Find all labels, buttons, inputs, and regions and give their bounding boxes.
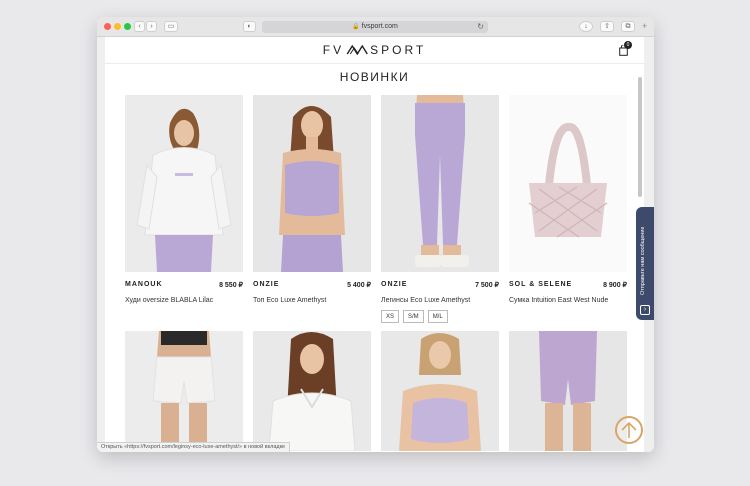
chat-icon: › — [640, 305, 650, 315]
product-price: 8 550 ₽ — [219, 282, 243, 289]
tabs-overview-icon[interactable]: ⧉ — [621, 21, 635, 32]
product-image[interactable] — [125, 331, 243, 451]
back-icon[interactable]: ‹ — [134, 21, 145, 32]
web-viewport: FV SPORT 0 НОВИНКИ MANOUK 8 550 ₽ Худи o… — [97, 37, 654, 452]
size-option-xs[interactable]: XS — [381, 310, 400, 323]
product-card[interactable]: SOL & SELENE 8 900 ₽ Сумка Intuition Eas… — [509, 95, 627, 304]
polo-model-image — [253, 331, 371, 451]
bra-model-image — [381, 331, 499, 451]
leggings-model-image — [381, 95, 499, 272]
product-image[interactable] — [125, 95, 243, 272]
product-card[interactable] — [509, 331, 627, 451]
tote-bag-image — [509, 95, 627, 272]
browser-toolbar: ‹ › ▭ ◐ 🔒 fvsport.com ↻ ↓ ⇧ ⧉ + — [97, 17, 654, 37]
product-card[interactable]: MANOUK 8 550 ₽ Худи oversize BLABLA Lila… — [125, 95, 243, 304]
section-title: НОВИНКИ — [339, 70, 410, 84]
shield-icon[interactable]: ◐ — [243, 21, 256, 32]
bike-shorts-model-image — [509, 331, 627, 451]
cart-count-badge: 0 — [624, 41, 632, 49]
logo-mark-icon — [346, 45, 368, 55]
product-name[interactable]: Сумка Intuition East West Nude — [509, 297, 627, 304]
product-image[interactable] — [509, 331, 627, 451]
product-name[interactable]: Худи oversize BLABLA Lilac — [125, 297, 243, 304]
product-card[interactable]: ONZIE 5 400 ₽ Топ Eco Luxe Amethyst — [253, 95, 371, 304]
size-option-sm[interactable]: S/M — [403, 310, 424, 323]
product-name[interactable]: Легинсы Eco Luxe Amethyst — [381, 297, 499, 304]
close-window-button[interactable] — [104, 23, 111, 30]
product-image[interactable] — [381, 95, 499, 272]
address-bar[interactable]: 🔒 fvsport.com ↻ — [262, 21, 488, 33]
product-card[interactable] — [125, 331, 243, 451]
size-option-ml[interactable]: M/L — [427, 310, 448, 323]
logo-right-text: SPORT — [370, 43, 427, 57]
zoom-window-button[interactable] — [124, 23, 131, 30]
chat-tab-label: Отправьте нам сообщение — [640, 226, 646, 295]
site-logo[interactable]: FV SPORT — [323, 43, 426, 57]
scroll-to-top-button[interactable] — [615, 416, 643, 444]
product-image[interactable] — [381, 331, 499, 451]
web-page: FV SPORT 0 НОВИНКИ MANOUK 8 550 ₽ Худи o… — [105, 37, 644, 452]
shorts-model-image — [125, 331, 243, 451]
product-image[interactable] — [509, 95, 627, 272]
reload-icon[interactable]: ↻ — [477, 21, 484, 33]
logo-left-text: FV — [322, 43, 345, 57]
product-price: 7 500 ₽ — [475, 282, 499, 289]
product-card[interactable] — [253, 331, 371, 451]
product-card[interactable]: ONZIE 7 500 ₽ Легинсы Eco Luxe Amethyst … — [381, 95, 499, 323]
product-price: 8 900 ₽ — [603, 282, 627, 289]
product-name[interactable]: Топ Eco Luxe Amethyst — [253, 297, 371, 304]
product-card[interactable] — [381, 331, 499, 451]
size-options: XS S/M M/L — [381, 310, 499, 323]
minimize-window-button[interactable] — [114, 23, 121, 30]
url-text: fvsport.com — [361, 23, 398, 30]
product-image[interactable] — [253, 331, 371, 451]
product-brand: MANOUK — [125, 281, 163, 288]
share-icon[interactable]: ⇧ — [600, 21, 614, 32]
product-image[interactable] — [253, 95, 371, 272]
site-header: FV SPORT 0 — [105, 37, 644, 64]
product-brand: SOL & SELENE — [509, 281, 573, 288]
page-scrollbar[interactable] — [638, 77, 642, 197]
product-brand: ONZIE — [253, 281, 280, 288]
arrow-up-icon — [621, 421, 637, 438]
hoodie-model-image — [125, 95, 243, 272]
link-status-bar: Открыть «https://fvsport.com/leginsy-eco… — [97, 442, 291, 452]
top-model-image — [253, 95, 371, 272]
forward-icon[interactable]: › — [146, 21, 157, 32]
new-tab-icon[interactable]: + — [642, 21, 647, 31]
lock-icon: 🔒 — [352, 24, 360, 30]
downloads-icon[interactable]: ↓ — [579, 21, 593, 32]
sidebar-icon[interactable]: ▭ — [164, 21, 178, 32]
browser-window: ‹ › ▭ ◐ 🔒fvsport.com ↻ ↓ ⇧ ⧉ + FV SPORT — [97, 17, 654, 452]
product-price: 5 400 ₽ — [347, 282, 371, 289]
chat-tab[interactable]: Отправьте нам сообщение › — [636, 207, 654, 320]
product-brand: ONZIE — [381, 281, 408, 288]
